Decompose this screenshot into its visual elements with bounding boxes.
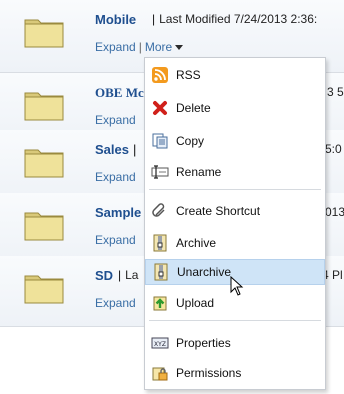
expand-link[interactable]: Expand <box>95 296 136 310</box>
item-name[interactable]: OBE Mc <box>95 85 144 101</box>
menu-item-rss[interactable]: RSS <box>145 62 325 88</box>
menu-item-label: Copy <box>176 134 205 148</box>
menu-item-create-shortcut[interactable]: Create Shortcut <box>145 198 325 224</box>
menu-item-delete[interactable]: Delete <box>145 95 325 121</box>
unarchive-icon <box>151 262 171 282</box>
permissions-icon <box>150 363 170 383</box>
item-meta: 013 <box>325 205 344 219</box>
expand-link[interactable]: Expand <box>95 113 136 127</box>
rename-icon <box>150 162 170 182</box>
folder-icon[interactable] <box>24 270 64 304</box>
more-menu-button[interactable]: More <box>145 40 184 54</box>
menu-item-properties[interactable]: XYZ Properties <box>145 330 325 356</box>
svg-text:XYZ: XYZ <box>154 341 166 348</box>
menu-item-label: Unarchive <box>177 265 232 279</box>
folder-icon[interactable] <box>24 87 64 121</box>
chevron-down-icon <box>175 45 184 51</box>
menu-item-label: Upload <box>176 296 215 310</box>
menu-divider <box>149 320 321 321</box>
item-name[interactable]: Sales | <box>95 142 140 157</box>
menu-item-archive[interactable]: Archive <box>145 230 325 256</box>
menu-item-permissions[interactable]: Permissions <box>145 360 325 386</box>
properties-icon: XYZ <box>150 333 170 353</box>
more-dropdown-menu: RSS Delete Copy Rename Create Shortcut A… <box>144 57 326 390</box>
shortcut-icon <box>150 201 170 221</box>
item-meta: | La <box>118 268 139 282</box>
menu-item-label: Delete <box>176 101 211 115</box>
rss-icon <box>150 65 170 85</box>
item-meta: 3 5: <box>327 85 344 99</box>
menu-item-label: RSS <box>176 68 201 82</box>
delete-x-icon <box>150 98 170 118</box>
menu-item-copy[interactable]: Copy <box>145 128 325 154</box>
item-name[interactable]: Mobile <box>95 12 136 27</box>
archive-icon <box>150 233 170 253</box>
mouse-pointer-icon <box>230 276 244 296</box>
menu-item-label: Create Shortcut <box>176 204 261 218</box>
copy-icon <box>150 131 170 151</box>
menu-divider <box>149 189 321 190</box>
item-name[interactable]: Sample <box>95 205 141 220</box>
expand-link[interactable]: Expand <box>95 170 136 184</box>
menu-item-label: Permissions <box>176 366 242 380</box>
menu-item-label: Properties <box>176 336 231 350</box>
menu-item-label: Rename <box>176 165 222 179</box>
upload-icon <box>150 293 170 313</box>
item-meta: 5:0 <box>325 142 342 156</box>
folder-icon[interactable] <box>24 144 64 178</box>
folder-icon[interactable] <box>24 14 64 48</box>
menu-item-rename[interactable]: Rename <box>145 159 325 185</box>
expand-link[interactable]: Expand <box>95 40 136 54</box>
expand-link[interactable]: Expand <box>95 233 136 247</box>
folder-icon[interactable] <box>24 207 64 241</box>
item-meta: | Last Modified 7/24/2013 2:36: <box>152 12 318 26</box>
menu-item-label: Archive <box>176 236 217 250</box>
item-name[interactable]: SD <box>95 268 113 283</box>
